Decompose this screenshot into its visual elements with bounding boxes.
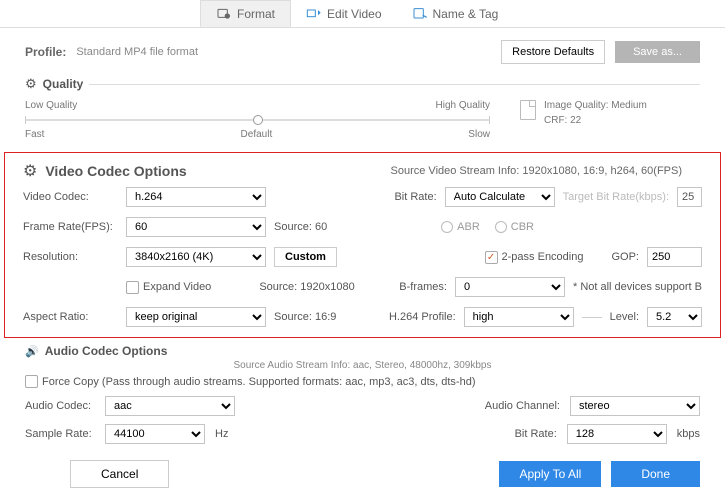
level-select[interactable]: 5.2 (647, 307, 702, 327)
video-codec-label: Video Codec: (23, 191, 118, 203)
audio-channel-label: Audio Channel: (485, 400, 560, 412)
tab-edit[interactable]: Edit Video (291, 0, 397, 27)
tag-icon (412, 6, 428, 22)
slider-thumb[interactable] (253, 115, 263, 125)
document-icon (520, 100, 536, 120)
tab-name-tag[interactable]: Name & Tag (397, 0, 514, 27)
audio-codec-select[interactable]: aac (105, 396, 235, 416)
film-icon: ⚙ (23, 161, 37, 181)
tab-label: Edit Video (327, 7, 382, 21)
resolution-label: Resolution: (23, 251, 118, 263)
audio-codec-title: Audio Codec Options (45, 344, 168, 358)
scissors-icon (306, 6, 322, 22)
aspect-ratio-label: Aspect Ratio: (23, 311, 118, 323)
profile-row: Profile: Standard MP4 file format Restor… (0, 28, 725, 76)
default-label: Default (241, 129, 273, 140)
source-audio-info: Source Audio Stream Info: aac, Stereo, 4… (0, 360, 725, 375)
crf-text: CRF: 22 (544, 115, 647, 126)
cancel-button[interactable]: Cancel (70, 460, 169, 488)
speaker-icon: 🔊 (25, 345, 39, 358)
fps-select[interactable]: 60 (126, 217, 266, 237)
restore-defaults-button[interactable]: Restore Defaults (501, 40, 605, 64)
bitrate-select[interactable]: Auto Calculate (445, 187, 555, 207)
quality-slider-area: Low Quality High Quality Fast Default Sl… (25, 100, 490, 140)
save-as-button[interactable]: Save as... (615, 41, 700, 63)
quality-readout: Image Quality: Medium CRF: 22 (520, 100, 700, 140)
audio-channel-select[interactable]: stereo (570, 396, 700, 416)
fast-label: Fast (25, 129, 44, 140)
target-bitrate-input (677, 187, 702, 207)
profile-value: Standard MP4 file format (76, 46, 198, 58)
h264-profile-select[interactable]: high (464, 307, 574, 327)
high-quality-label: High Quality (436, 100, 490, 111)
profile-label: Profile: (25, 45, 66, 59)
slow-label: Slow (468, 129, 490, 140)
custom-button[interactable]: Custom (274, 247, 337, 267)
audio-bitrate-label: Bit Rate: (515, 428, 557, 440)
twopass-checkbox[interactable]: ✓2-pass Encoding (485, 251, 584, 264)
fps-source: Source: 60 (274, 221, 327, 233)
abr-radio[interactable]: ABR (441, 221, 480, 233)
kbps-label: kbps (677, 428, 700, 440)
gop-input[interactable] (647, 247, 702, 267)
gear-icon: ⚙ (25, 76, 37, 92)
bitrate-mode-radios: ABR CBR (441, 221, 534, 233)
audio-header: 🔊 Audio Codec Options (0, 340, 725, 360)
gear-icon (216, 6, 232, 22)
resolution-select[interactable]: 3840x2160 (4K) (126, 247, 266, 267)
low-quality-label: Low Quality (25, 100, 77, 111)
aspect-ratio-source: Source: 16:9 (274, 311, 336, 323)
gop-label: GOP: (611, 251, 639, 263)
video-codec-section: ⚙ Video Codec Options Source Video Strea… (4, 152, 721, 338)
force-copy-checkbox[interactable]: Force Copy (Pass through audio streams. … (25, 375, 475, 388)
quality-header: ⚙ Quality (0, 76, 725, 92)
quality-slider[interactable] (25, 113, 490, 127)
video-codec-title: Video Codec Options (45, 163, 186, 179)
h264-profile-label: H.264 Profile: (389, 311, 456, 323)
sample-rate-label: Sample Rate: (25, 428, 95, 440)
bframes-note: * Not all devices support B (573, 281, 702, 293)
audio-body: Force Copy (Pass through audio streams. … (0, 375, 725, 444)
audio-bitrate-select[interactable]: 128 (567, 424, 667, 444)
apply-to-all-button[interactable]: Apply To All (499, 461, 601, 487)
resolution-source: Source: 1920x1080 (259, 281, 354, 293)
quality-title: Quality (43, 77, 84, 91)
source-video-info: Source Video Stream Info: 1920x1080, 16:… (391, 165, 682, 177)
fps-label: Frame Rate(FPS): (23, 221, 118, 233)
expand-video-checkbox[interactable]: Expand Video (126, 281, 211, 294)
tabs: Format Edit Video Name & Tag (0, 0, 725, 28)
cbr-radio[interactable]: CBR (495, 221, 534, 233)
audio-codec-label: Audio Codec: (25, 400, 95, 412)
sample-rate-select[interactable]: 44100 (105, 424, 205, 444)
bitrate-label: Bit Rate: (394, 191, 436, 203)
level-label: Level: (610, 311, 639, 323)
aspect-ratio-select[interactable]: keep original (126, 307, 266, 327)
hz-label: Hz (215, 428, 228, 440)
tab-label: Format (237, 7, 275, 21)
footer: Cancel Apply To All Done (0, 452, 725, 496)
tab-format[interactable]: Format (200, 0, 291, 27)
tab-label: Name & Tag (433, 7, 499, 21)
quality-area: Low Quality High Quality Fast Default Sl… (0, 100, 725, 150)
bframes-select[interactable]: 0 (455, 277, 565, 297)
done-button[interactable]: Done (611, 461, 700, 487)
target-bitrate-label: Target Bit Rate(kbps): (563, 191, 669, 203)
bframes-label: B-frames: (399, 281, 447, 293)
image-quality-text: Image Quality: Medium (544, 100, 647, 111)
video-codec-select[interactable]: h.264 (126, 187, 266, 207)
